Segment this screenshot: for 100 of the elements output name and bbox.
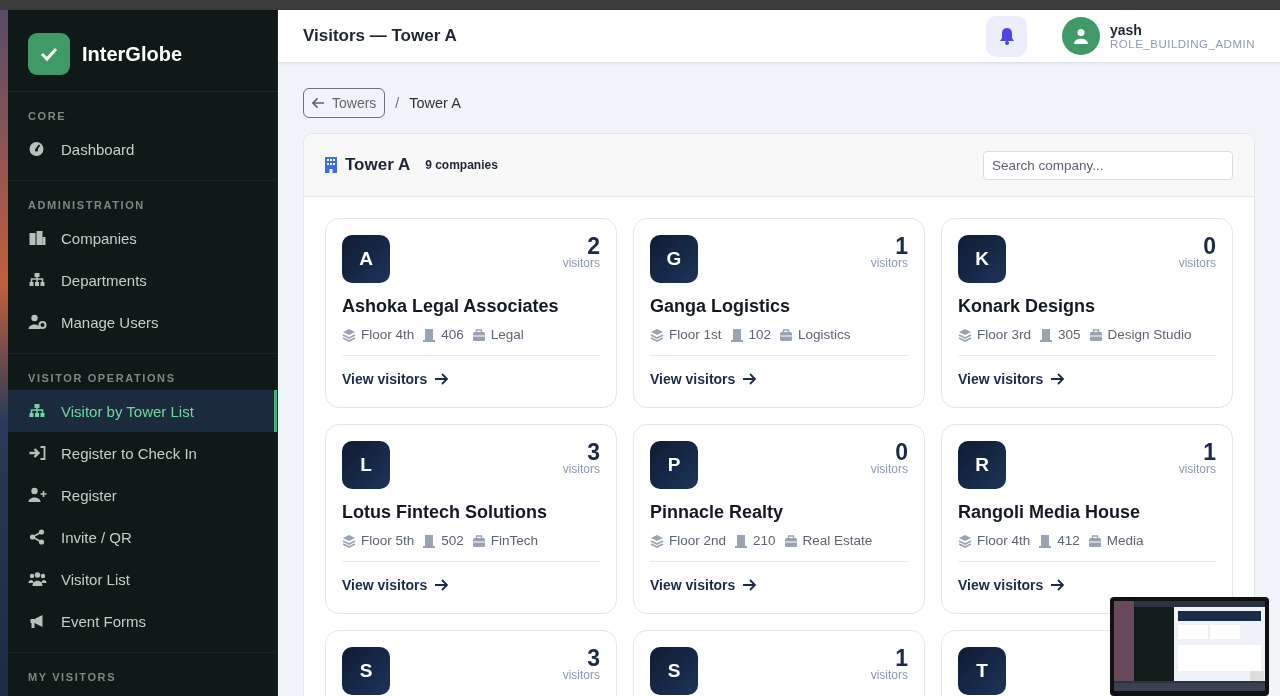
sidebar-item[interactable]: Register (8, 474, 277, 516)
arrow-left-icon (312, 97, 325, 109)
visitor-label: visitors (1178, 257, 1216, 269)
door-icon (1038, 533, 1053, 548)
company-name: Ganga Logistics (650, 296, 792, 317)
user-gear-icon (28, 314, 47, 330)
unit-text: 502 (441, 533, 464, 548)
user-name: yash (1110, 22, 1143, 38)
visitor-label: visitors (870, 463, 908, 475)
company-initial: A (342, 235, 390, 283)
layers-icon (650, 533, 664, 548)
visitor-count: 1 (895, 647, 908, 669)
layers-icon (958, 533, 972, 548)
sidebar-item[interactable]: Dashboard (8, 128, 277, 170)
back-button[interactable]: Towers (303, 88, 386, 118)
company-initial: S (342, 647, 390, 695)
share-icon (28, 529, 47, 545)
view-visitors-link[interactable]: View visitors (650, 371, 757, 387)
tower-title: Tower A (345, 155, 411, 175)
layers-icon (958, 327, 972, 342)
unit-text: 406 (441, 327, 464, 342)
briefcase-icon (783, 533, 798, 548)
view-visitors-link[interactable]: View visitors (650, 577, 757, 593)
arrow-right-icon (435, 579, 449, 591)
visitor-label: visitors (562, 463, 600, 475)
company-name: Pinnacle Realty (650, 502, 785, 523)
sidebar-item[interactable]: Departments (8, 259, 277, 301)
view-visitors-link[interactable]: View visitors (958, 577, 1065, 593)
category-text: Design Studio (1107, 327, 1192, 342)
company-name: Konark Designs (958, 296, 1097, 317)
company-initial: P (650, 441, 698, 489)
category-text: Logistics (798, 327, 851, 342)
page-title: Visitors — Tower A (303, 26, 458, 46)
layers-icon (650, 327, 664, 342)
view-visitors-link[interactable]: View visitors (958, 371, 1065, 387)
company-initial: K (958, 235, 1006, 283)
door-icon (734, 533, 749, 548)
sidebar-item[interactable]: Visitor by Tower List (8, 390, 277, 432)
user-role: ROLE_BUILDING_ADMIN (1110, 38, 1255, 50)
section-title: MY VISITORS (27, 671, 118, 685)
view-visitors-link[interactable]: View visitors (342, 577, 449, 593)
breadcrumb-separator: / (395, 95, 400, 111)
buildings-icon (28, 230, 47, 246)
bell-icon (998, 27, 1015, 45)
company-name: Rangoli Media House (958, 502, 1142, 523)
arrow-right-icon (1051, 373, 1065, 385)
arrow-right-icon (743, 579, 757, 591)
visitor-count: 3 (587, 647, 600, 669)
unit-text: 305 (1058, 327, 1081, 342)
briefcase-icon (779, 327, 794, 342)
layers-icon (342, 327, 356, 342)
category-text: Real Estate (802, 533, 873, 548)
company-name: Lotus Fintech Solutions (342, 502, 548, 523)
users-icon (28, 571, 47, 587)
visitor-count: 2 (587, 235, 600, 257)
door-icon (729, 327, 744, 342)
unit-text: 210 (753, 533, 776, 548)
section-title: ADMINISTRATION (27, 199, 146, 213)
sidebar-item[interactable]: Invite / QR (8, 516, 277, 558)
company-initial: L (342, 441, 390, 489)
floor-text: Floor 2nd (669, 533, 727, 548)
visitor-count: 3 (587, 441, 600, 463)
sidebar-item[interactable]: Manage Users (8, 301, 277, 343)
sidebar-item[interactable]: Event Forms (8, 600, 277, 642)
layers-icon (342, 533, 356, 548)
visitor-label: visitors (870, 257, 908, 269)
floor-text: Floor 5th (361, 533, 415, 548)
visitor-count: 1 (895, 235, 908, 257)
company-initial: S (650, 647, 698, 695)
visitor-count: 0 (1203, 235, 1216, 257)
visitor-label: visitors (870, 669, 908, 681)
hierarchy-icon (28, 272, 47, 288)
sidebar-item[interactable]: Register to Check In (8, 432, 277, 474)
briefcase-icon (471, 327, 486, 342)
visitor-label: visitors (562, 257, 600, 269)
arrow-right-icon (1051, 579, 1065, 591)
logo-icon (28, 33, 70, 75)
company-initial: G (650, 235, 698, 283)
floor-text: Floor 4th (977, 533, 1031, 548)
company-count: 9 companies (425, 158, 499, 172)
notification-button[interactable] (986, 15, 1027, 57)
search-field[interactable]: Search company... (983, 150, 1233, 180)
sidebar-item[interactable]: Companies (8, 217, 277, 259)
category-text: Legal (490, 327, 524, 342)
user-avatar[interactable] (1062, 17, 1100, 55)
building-icon (325, 157, 337, 173)
user-plus-icon (28, 487, 47, 503)
company-initial: R (958, 441, 1006, 489)
category-text: Media (1106, 533, 1144, 548)
brand-name: InterGlobe (82, 42, 182, 66)
door-icon (1039, 327, 1054, 342)
briefcase-icon (1087, 533, 1102, 548)
arrow-right-icon (743, 373, 757, 385)
sidebar-item[interactable]: Visitor List (8, 558, 277, 600)
sign-in-icon (28, 445, 47, 461)
breadcrumb-current: Tower A (409, 95, 461, 111)
floor-text: Floor 1st (669, 327, 722, 342)
view-visitors-link[interactable]: View visitors (342, 371, 449, 387)
visitor-label: visitors (1178, 463, 1216, 475)
floor-text: Floor 4th (361, 327, 415, 342)
